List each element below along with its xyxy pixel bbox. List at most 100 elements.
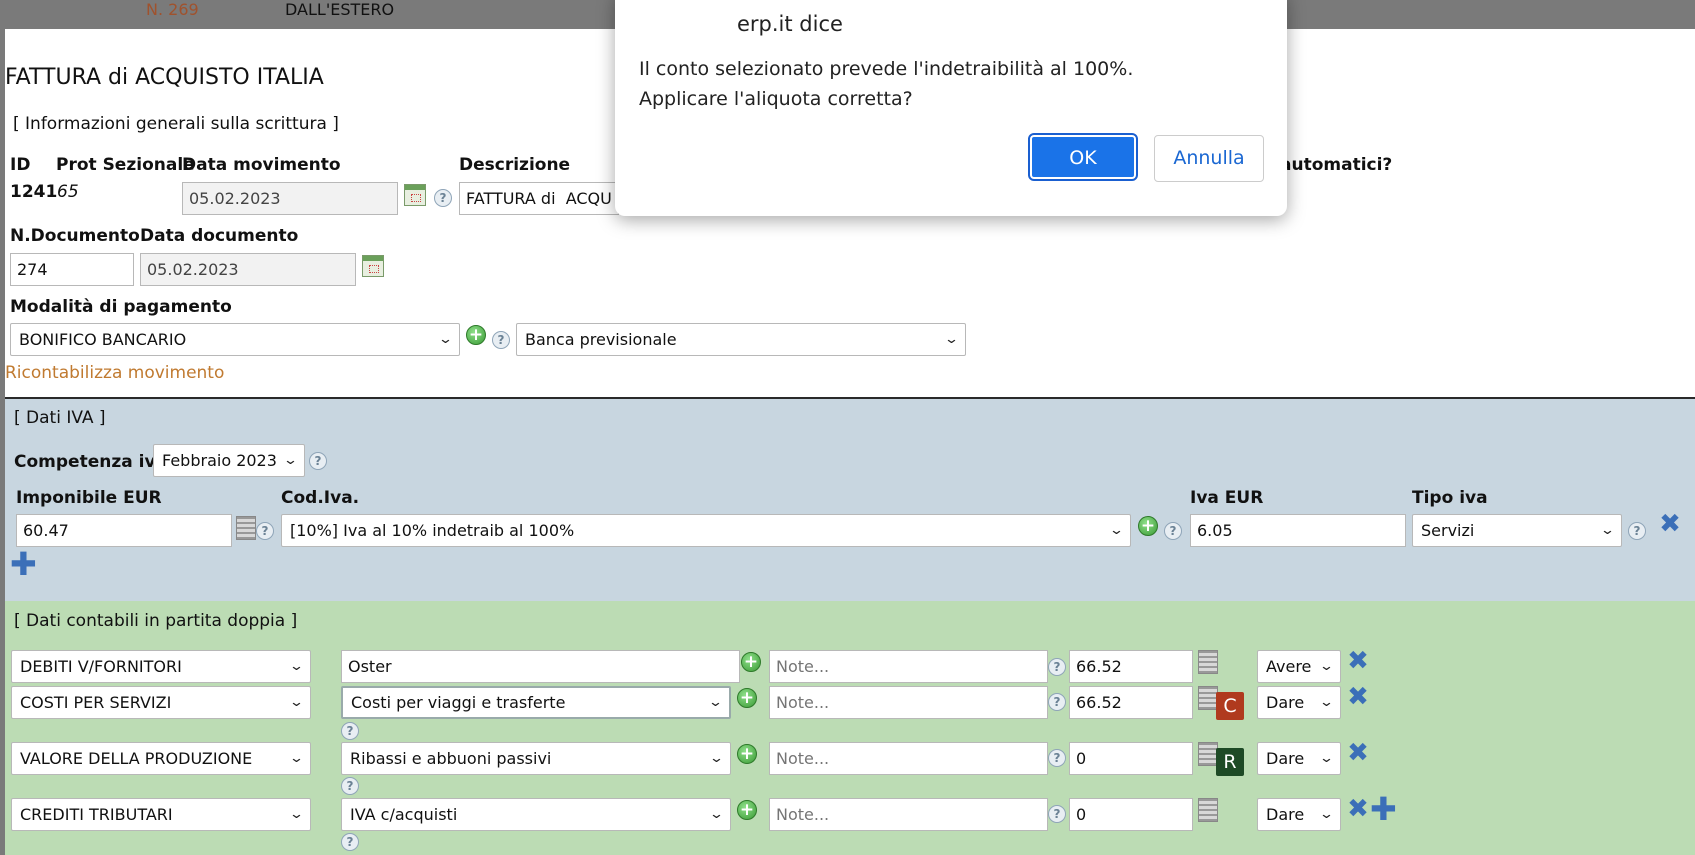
sottoconto-select[interactable]: Costi per viaggi e trasferte ⌄ bbox=[341, 686, 731, 719]
data-movimento-field[interactable] bbox=[182, 182, 398, 215]
help-icon[interactable]: ? bbox=[1048, 693, 1066, 711]
ndocumento-label: N.Documento bbox=[10, 226, 140, 246]
help-icon[interactable]: ? bbox=[1048, 749, 1066, 767]
tipoiva-value: Servizi bbox=[1421, 521, 1475, 540]
amount-field[interactable] bbox=[1069, 686, 1193, 719]
chevron-down-icon: ⌄ bbox=[288, 807, 305, 822]
delete-icon[interactable]: ✖ bbox=[1346, 648, 1370, 674]
add-icon[interactable]: + bbox=[737, 744, 757, 764]
data-documento-label: Data documento bbox=[140, 226, 299, 246]
pagamento-value: BONIFICO BANCARIO bbox=[19, 330, 187, 349]
sottoconto-value: Ribassi e abbuoni passivi bbox=[350, 749, 552, 768]
add-icon[interactable]: + bbox=[741, 652, 761, 672]
general-section-heading: [ Informazioni generali sulla scrittura … bbox=[13, 114, 339, 134]
ricontabilizza-link[interactable]: Ricontabilizza movimento bbox=[5, 363, 224, 383]
help-icon[interactable]: ? bbox=[309, 452, 327, 470]
descrizione-field[interactable] bbox=[459, 182, 619, 215]
calculator-icon[interactable] bbox=[1198, 686, 1218, 710]
codiva-select[interactable]: [10%] Iva al 10% indetraib al 100% ⌄ bbox=[281, 514, 1131, 547]
dare-avere-select[interactable]: Avere ⌄ bbox=[1257, 650, 1341, 683]
dare-avere-select[interactable]: Dare ⌄ bbox=[1257, 742, 1341, 775]
sottoconto-select[interactable]: Ribassi e abbuoni passivi ⌄ bbox=[341, 742, 731, 775]
ok-button[interactable]: OK bbox=[1028, 133, 1138, 181]
dare-avere-value: Dare bbox=[1266, 693, 1305, 712]
background-doc-desc: DALL'ESTERO bbox=[285, 0, 395, 19]
conto-value: VALORE DELLA PRODUZIONE bbox=[20, 749, 253, 768]
add-row-icon[interactable]: ✚ bbox=[10, 548, 37, 580]
banca-value: Banca previsionale bbox=[525, 330, 677, 349]
help-icon[interactable]: ? bbox=[1048, 805, 1066, 823]
calendar-icon[interactable] bbox=[404, 184, 426, 206]
dialog-message-line2: Applicare l'aliquota corretta? bbox=[639, 88, 913, 110]
costo-badge[interactable]: C bbox=[1216, 692, 1244, 720]
calculator-icon[interactable] bbox=[1198, 798, 1218, 822]
chevron-down-icon: ⌄ bbox=[708, 751, 725, 766]
conto-value: DEBITI V/FORNITORI bbox=[20, 657, 182, 676]
conto-select[interactable]: VALORE DELLA PRODUZIONE ⌄ bbox=[11, 742, 311, 775]
conto-select[interactable]: CREDITI TRIBUTARI ⌄ bbox=[11, 798, 311, 831]
chevron-down-icon: ⌄ bbox=[1318, 751, 1335, 766]
pagamento-label: Modalità di pagamento bbox=[10, 297, 232, 317]
calculator-icon[interactable] bbox=[1198, 650, 1218, 674]
note-field[interactable] bbox=[769, 742, 1048, 775]
add-icon[interactable]: + bbox=[1138, 516, 1158, 536]
help-icon[interactable]: ? bbox=[434, 189, 452, 207]
dialog-message: Il conto selezionato prevede l'indetraib… bbox=[639, 54, 1133, 114]
dare-avere-value: Avere bbox=[1266, 657, 1312, 676]
add-icon[interactable]: + bbox=[737, 800, 757, 820]
background-doc-number: N. 269 bbox=[146, 0, 199, 19]
dare-avere-select[interactable]: Dare ⌄ bbox=[1257, 798, 1341, 831]
codiva-label: Cod.Iva. bbox=[281, 488, 360, 508]
imponibile-label: Imponibile EUR bbox=[16, 488, 162, 508]
ivaeur-field[interactable] bbox=[1190, 514, 1406, 547]
chevron-down-icon: ⌄ bbox=[1318, 695, 1335, 710]
delete-icon[interactable]: ✖ bbox=[1346, 740, 1370, 766]
contabili-section-heading: [ Dati contabili in partita doppia ] bbox=[14, 611, 298, 631]
help-icon[interactable]: ? bbox=[341, 722, 359, 740]
conto-select[interactable]: DEBITI V/FORNITORI ⌄ bbox=[11, 650, 311, 683]
competenza-label: Competenza iva: bbox=[14, 452, 174, 472]
ricavo-badge[interactable]: R bbox=[1216, 748, 1244, 776]
add-icon[interactable]: + bbox=[466, 325, 486, 345]
note-field[interactable] bbox=[769, 686, 1048, 719]
help-icon[interactable]: ? bbox=[341, 777, 359, 795]
chevron-down-icon: ⌄ bbox=[1318, 807, 1335, 822]
pagamento-select[interactable]: BONIFICO BANCARIO ⌄ bbox=[10, 323, 460, 356]
competenza-select[interactable]: Febbraio 2023 ⌄ bbox=[153, 444, 305, 477]
banca-select[interactable]: Banca previsionale ⌄ bbox=[516, 323, 966, 356]
delete-icon[interactable]: ✖ bbox=[1346, 796, 1370, 822]
data-documento-field[interactable] bbox=[140, 253, 356, 286]
ndocumento-field[interactable] bbox=[10, 253, 134, 286]
delete-icon[interactable]: ✖ bbox=[1658, 511, 1682, 537]
calculator-icon[interactable] bbox=[1198, 742, 1218, 766]
amount-field[interactable] bbox=[1069, 650, 1193, 683]
sottoconto-value: Costi per viaggi e trasferte bbox=[351, 693, 566, 712]
delete-icon[interactable]: ✖ bbox=[1346, 684, 1370, 710]
imponibile-field[interactable] bbox=[16, 514, 232, 547]
chevron-down-icon: ⌄ bbox=[1108, 523, 1125, 538]
help-icon[interactable]: ? bbox=[492, 331, 510, 349]
cancel-button[interactable]: Annulla bbox=[1154, 135, 1264, 182]
amount-field[interactable] bbox=[1069, 798, 1193, 831]
dialog-title: erp.it dice bbox=[737, 12, 843, 36]
chevron-down-icon: ⌄ bbox=[288, 659, 305, 674]
sottoconto-select[interactable]: IVA c/acquisti ⌄ bbox=[341, 798, 731, 831]
note-field[interactable] bbox=[769, 798, 1048, 831]
note-field[interactable] bbox=[769, 650, 1048, 683]
help-icon[interactable]: ? bbox=[256, 522, 274, 540]
help-icon[interactable]: ? bbox=[1048, 658, 1066, 676]
add-row-icon[interactable]: ✚ bbox=[1370, 793, 1397, 825]
competenza-value: Febbraio 2023 bbox=[162, 451, 277, 470]
add-icon[interactable]: + bbox=[737, 688, 757, 708]
help-icon[interactable]: ? bbox=[1164, 522, 1182, 540]
help-icon[interactable]: ? bbox=[1628, 522, 1646, 540]
calendar-icon[interactable] bbox=[362, 255, 384, 277]
calculator-icon[interactable] bbox=[236, 516, 256, 540]
sottoconto-field[interactable] bbox=[341, 650, 740, 683]
page-title: FATTURA di ACQUISTO ITALIA bbox=[5, 65, 324, 90]
amount-field[interactable] bbox=[1069, 742, 1193, 775]
dare-avere-select[interactable]: Dare ⌄ bbox=[1257, 686, 1341, 719]
help-icon[interactable]: ? bbox=[341, 833, 359, 851]
tipoiva-select[interactable]: Servizi ⌄ bbox=[1412, 514, 1622, 547]
conto-select[interactable]: COSTI PER SERVIZI ⌄ bbox=[11, 686, 311, 719]
